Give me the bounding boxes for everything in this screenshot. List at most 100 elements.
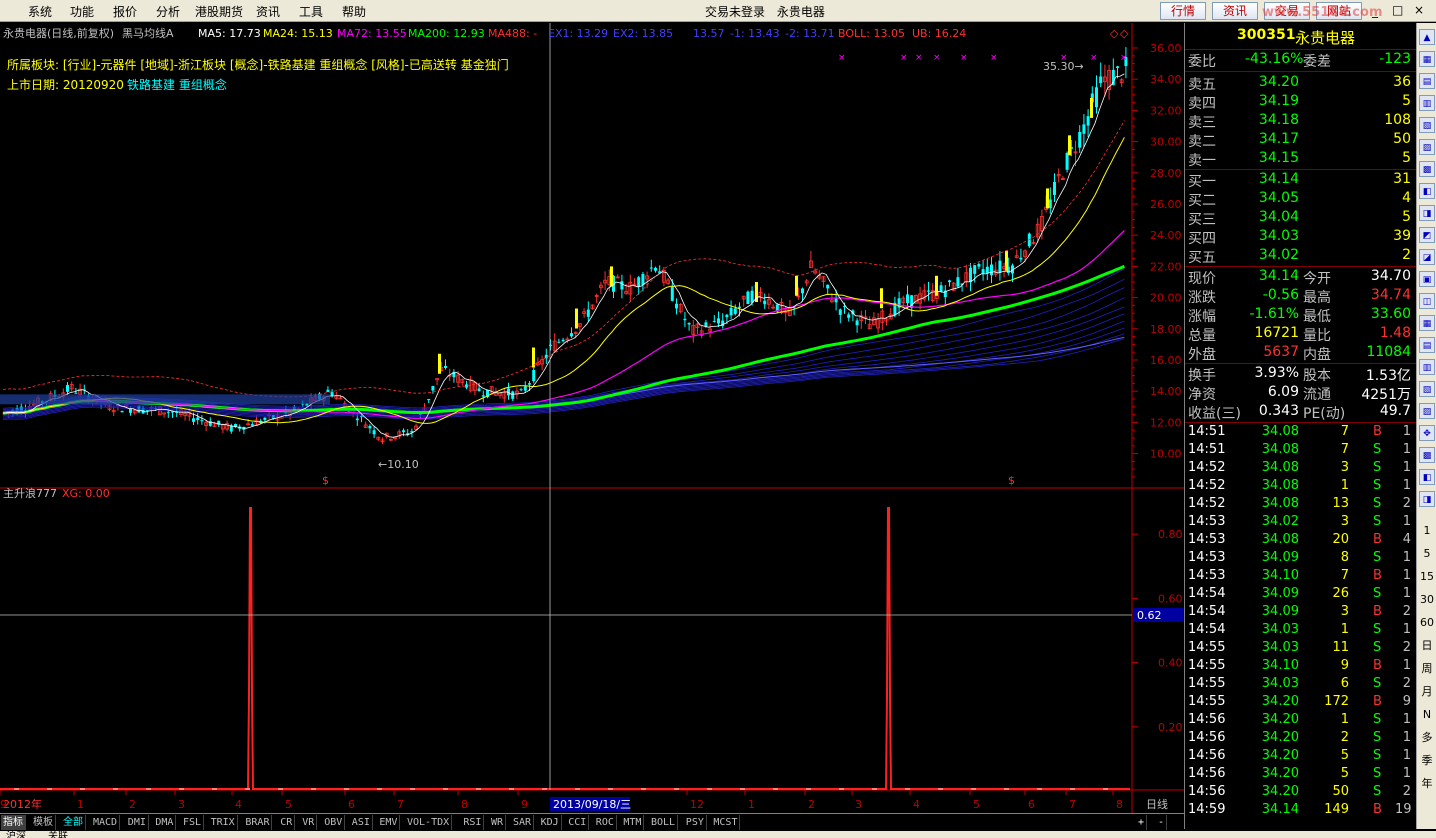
ask-row[interactable]: 卖四 34.19 5 — [1185, 93, 1417, 112]
tool-icon[interactable]: ▧ — [1419, 117, 1435, 133]
indicator-tab[interactable]: CR — [278, 815, 296, 830]
period-button[interactable]: 月 — [1419, 684, 1435, 700]
bid-row[interactable]: 买一 34.14 31 — [1185, 171, 1417, 190]
indicator-tab[interactable]: MCST — [711, 815, 741, 830]
indicator-tab[interactable]: VOL-TDX — [405, 815, 453, 830]
tool-icon[interactable]: ▨ — [1419, 403, 1435, 419]
bid-row[interactable]: 买四 34.03 39 — [1185, 228, 1417, 247]
indicator-dot — [146, 788, 151, 790]
bid-row[interactable]: 买二 34.05 4 — [1185, 190, 1417, 209]
indicator-tab[interactable]: RSI — [461, 815, 485, 830]
ask-volume: 108 — [1384, 112, 1411, 128]
bid-row[interactable]: 买三 34.04 5 — [1185, 209, 1417, 228]
diamond-icon[interactable]: ◇ — [1110, 27, 1119, 40]
tool-icon[interactable]: ▦ — [1419, 51, 1435, 67]
indicator-tab[interactable]: 模板 — [31, 815, 56, 830]
quote-button[interactable]: 行情 — [1160, 2, 1206, 20]
menu-quote[interactable]: 报价 — [113, 3, 137, 20]
indicator-tab[interactable]: SAR — [511, 815, 535, 830]
tick-row: 14:51 34.08 7 B 1 — [1185, 424, 1417, 442]
indicator-tick: 0.20 — [1158, 721, 1183, 734]
menu-analysis[interactable]: 分析 — [156, 3, 180, 20]
period-button[interactable]: 年 — [1419, 776, 1435, 792]
menu-help[interactable]: 帮助 — [342, 3, 366, 20]
indicator-tab[interactable]: VR — [300, 815, 318, 830]
tool-icon[interactable]: ◧ — [1419, 469, 1435, 485]
indicator-tab[interactable]: WR — [489, 815, 507, 830]
tick-count: 1 — [1402, 568, 1411, 583]
menu-arrow-icon[interactable]: ◇ — [1120, 27, 1129, 40]
period-button[interactable]: 季 — [1419, 753, 1435, 769]
tool-icon[interactable]: ▧ — [1419, 381, 1435, 397]
info-button[interactable]: 资讯 — [1212, 2, 1258, 20]
period-button[interactable]: 多 — [1419, 730, 1435, 746]
up-arrow-icon[interactable]: ▲ — [1419, 29, 1435, 45]
ask-row[interactable]: 卖五 34.20 36 — [1185, 74, 1417, 93]
period-label[interactable]: 日线 — [1146, 797, 1168, 811]
bid-volume: 2 — [1402, 247, 1411, 263]
period-button[interactable]: 15 — [1419, 569, 1435, 585]
marker: × — [960, 53, 968, 63]
menu-hk-futures[interactable]: 港股期货 — [195, 3, 243, 20]
bid-row[interactable]: 买五 34.02 2 — [1185, 247, 1417, 266]
period-button[interactable]: 5 — [1419, 546, 1435, 562]
indicator-tab[interactable]: ROC — [594, 815, 617, 830]
indicator-tab[interactable]: EMV — [377, 815, 401, 830]
ma24-label: MA24: 15.13 — [263, 27, 333, 40]
tool-icon[interactable]: ◨ — [1419, 205, 1435, 221]
ask-price: 34.19 — [1258, 93, 1299, 109]
period-button[interactable]: 日 — [1419, 638, 1435, 654]
indicator-tab[interactable]: MACD — [91, 815, 121, 830]
minimize-icon[interactable]: _ — [1372, 4, 1378, 18]
tool-icon[interactable]: ▥ — [1419, 359, 1435, 375]
tool-icon[interactable]: ▩ — [1419, 161, 1435, 177]
price-tick: 14.00 — [1150, 385, 1182, 398]
tool-icon[interactable]: ▣ — [1419, 271, 1435, 287]
tool-icon[interactable]: ▤ — [1419, 337, 1435, 353]
indicator-tab[interactable]: BRAR — [243, 815, 273, 830]
indicator-tab[interactable]: PSY — [684, 815, 707, 830]
indicator-tab[interactable]: TRIX — [209, 815, 238, 830]
menu-news[interactable]: 资讯 — [256, 3, 280, 20]
zoom-out-button[interactable]: - — [1156, 815, 1168, 830]
tool-icon[interactable]: ▨ — [1419, 139, 1435, 155]
tool-icon[interactable]: ◩ — [1419, 227, 1435, 243]
period-button[interactable]: 1 — [1419, 523, 1435, 539]
menu-system[interactable]: 系统 — [28, 3, 52, 20]
close-icon[interactable]: × — [1414, 3, 1424, 17]
tool-icon[interactable]: ◧ — [1419, 183, 1435, 199]
indicator-tab[interactable]: ASI — [350, 815, 373, 830]
tool-icon[interactable]: ▤ — [1419, 73, 1435, 89]
indicator-tab[interactable]: CCI — [566, 815, 590, 830]
menu-tools[interactable]: 工具 — [299, 3, 323, 20]
indicator-tab[interactable]: MTM — [621, 815, 645, 830]
ask-row[interactable]: 卖一 34.15 5 — [1185, 150, 1417, 169]
maximize-icon[interactable]: □ — [1392, 3, 1403, 17]
kline-chart[interactable]: × × × × × × × × × 36.0034.0032.0030.0028.0026.00… — [0, 23, 1184, 813]
tool-icon[interactable]: ◪ — [1419, 249, 1435, 265]
ask-row[interactable]: 卖三 34.18 108 — [1185, 112, 1417, 131]
crosshair-icon[interactable]: ✥ — [1419, 425, 1435, 441]
indicator-tab[interactable]: 全部 — [61, 815, 86, 830]
tool-icon[interactable]: ◫ — [1419, 293, 1435, 309]
tool-icon[interactable]: ▥ — [1419, 95, 1435, 111]
tick-row: 14:53 34.10 7 B 1 — [1185, 568, 1417, 586]
watermark: www.55188.com — [1262, 5, 1383, 20]
zoom-in-button[interactable]: + — [1136, 815, 1148, 830]
indicator-tab[interactable]: BOLL — [649, 815, 679, 830]
indicator-tab[interactable]: FSL — [181, 815, 205, 830]
indicator-tab[interactable]: 指标 — [1, 815, 26, 830]
menu-function[interactable]: 功能 — [70, 3, 94, 20]
indicator-tab[interactable]: DMA — [153, 815, 177, 830]
tool-icon[interactable]: ▩ — [1419, 447, 1435, 463]
period-button[interactable]: 周 — [1419, 661, 1435, 677]
indicator-tab[interactable]: KDJ — [539, 815, 562, 830]
ask-row[interactable]: 卖二 34.17 50 — [1185, 131, 1417, 150]
indicator-tab[interactable]: DMI — [126, 815, 149, 830]
tool-icon[interactable]: ▦ — [1419, 315, 1435, 331]
indicator-tab[interactable]: OBV — [322, 815, 346, 830]
period-button[interactable]: 60 — [1419, 615, 1435, 631]
period-button[interactable]: 30 — [1419, 592, 1435, 608]
period-button[interactable]: N — [1419, 707, 1435, 723]
tool-icon[interactable]: ◨ — [1419, 491, 1435, 507]
